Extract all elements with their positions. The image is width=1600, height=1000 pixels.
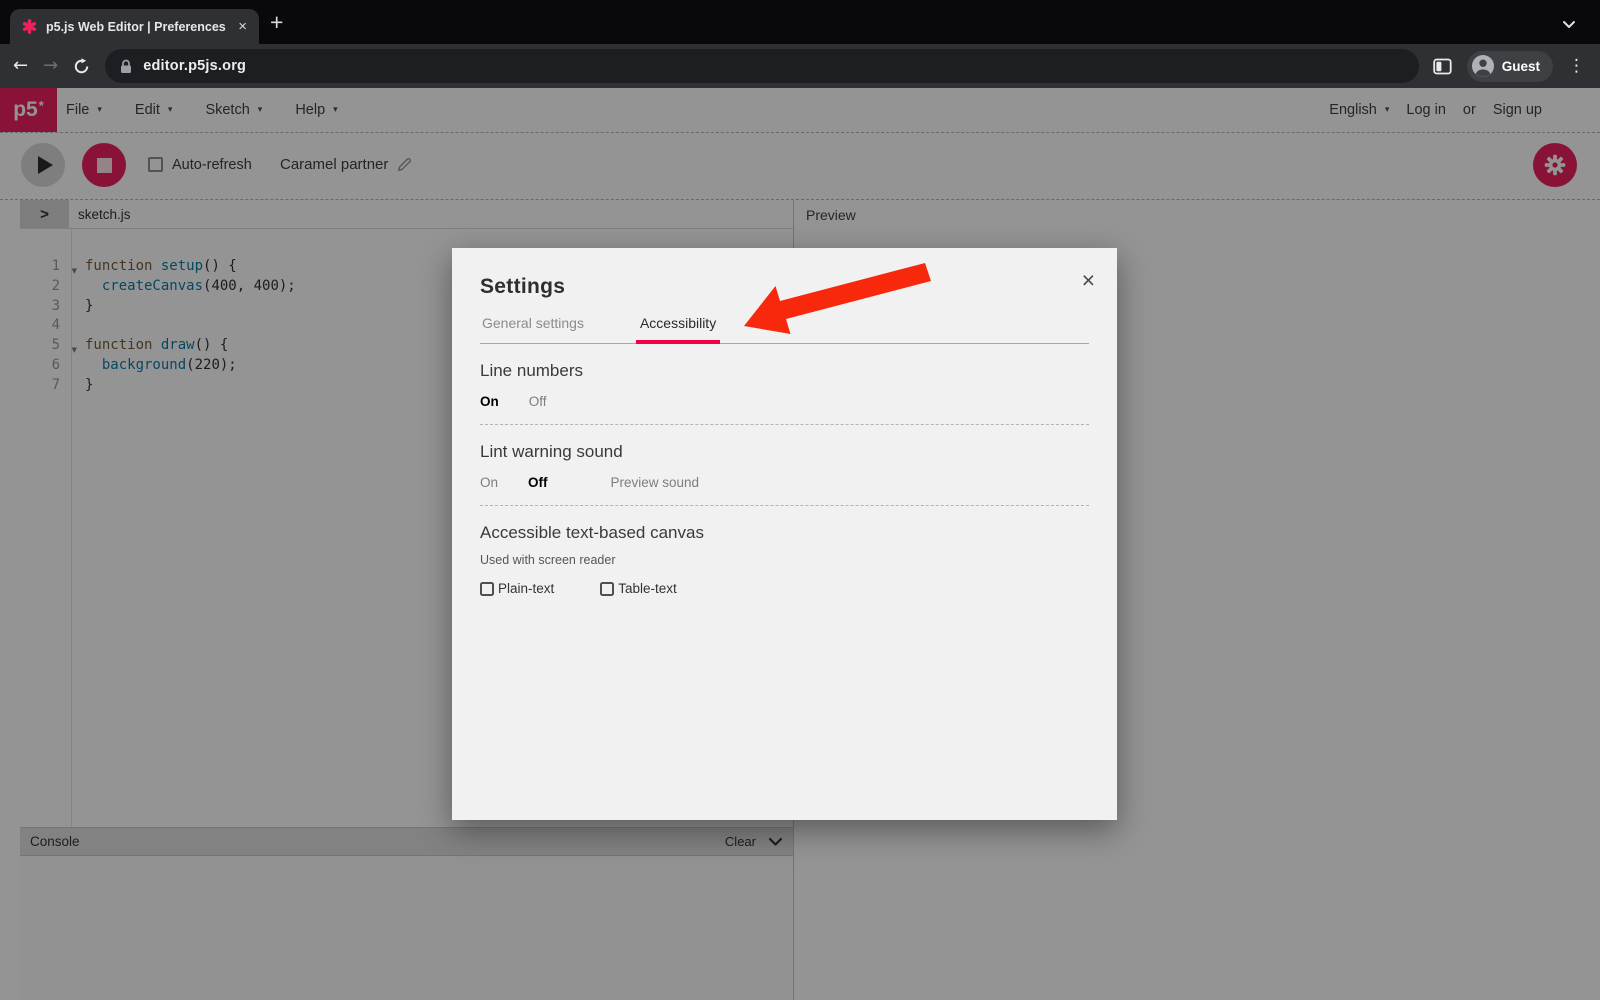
browser-tab[interactable]: p5.js Web Editor | Preferences × xyxy=(10,9,259,44)
tab-close-icon[interactable]: × xyxy=(238,19,247,34)
url-text[interactable]: editor.p5js.org xyxy=(143,58,246,74)
forward-button[interactable]: → xyxy=(43,57,58,75)
line-numbers-on[interactable]: On xyxy=(480,394,499,409)
avatar-icon xyxy=(1472,55,1494,77)
tab-general-settings[interactable]: General settings xyxy=(482,315,584,343)
profile-button[interactable]: Guest xyxy=(1467,51,1553,82)
browser-tabstrip: p5.js Web Editor | Preferences × + xyxy=(0,0,1600,44)
side-panel-icon[interactable] xyxy=(1433,58,1452,75)
modal-close-icon[interactable]: × xyxy=(1082,269,1095,292)
table-text-option[interactable]: Table-text xyxy=(600,581,677,596)
lint-sound-off[interactable]: Off xyxy=(528,475,548,490)
plain-text-option[interactable]: Plain-text xyxy=(480,581,554,596)
tab-title: p5.js Web Editor | Preferences xyxy=(46,20,229,34)
address-bar[interactable]: editor.p5js.org xyxy=(105,49,1419,83)
p5-favicon-icon xyxy=(22,19,37,34)
section-line-numbers: Line numbers xyxy=(480,361,1089,381)
line-numbers-off[interactable]: Off xyxy=(529,394,547,409)
divider xyxy=(480,505,1089,506)
table-text-checkbox[interactable] xyxy=(600,582,614,596)
lock-icon xyxy=(120,59,132,74)
tab-accessibility[interactable]: Accessibility xyxy=(636,315,720,344)
accessible-canvas-subheading: Used with screen reader xyxy=(480,553,1089,567)
new-tab-button[interactable]: + xyxy=(270,9,283,36)
lint-sound-on[interactable]: On xyxy=(480,475,498,490)
browser-menu-icon[interactable]: ⋮ xyxy=(1568,56,1585,76)
annotation-arrow xyxy=(735,255,940,350)
back-button[interactable]: ← xyxy=(13,57,28,75)
reload-button[interactable] xyxy=(73,58,90,75)
browser-toolbar: ← → editor.p5js.org xyxy=(0,44,1600,88)
preview-sound-button[interactable]: Preview sound xyxy=(611,475,700,490)
section-accessible-canvas: Accessible text-based canvas xyxy=(480,523,1089,543)
plain-text-checkbox[interactable] xyxy=(480,582,494,596)
profile-label: Guest xyxy=(1502,59,1540,74)
divider xyxy=(480,424,1089,425)
section-lint-warning-sound: Lint warning sound xyxy=(480,442,1089,462)
tabstrip-chevron-down-icon[interactable] xyxy=(1562,16,1576,34)
